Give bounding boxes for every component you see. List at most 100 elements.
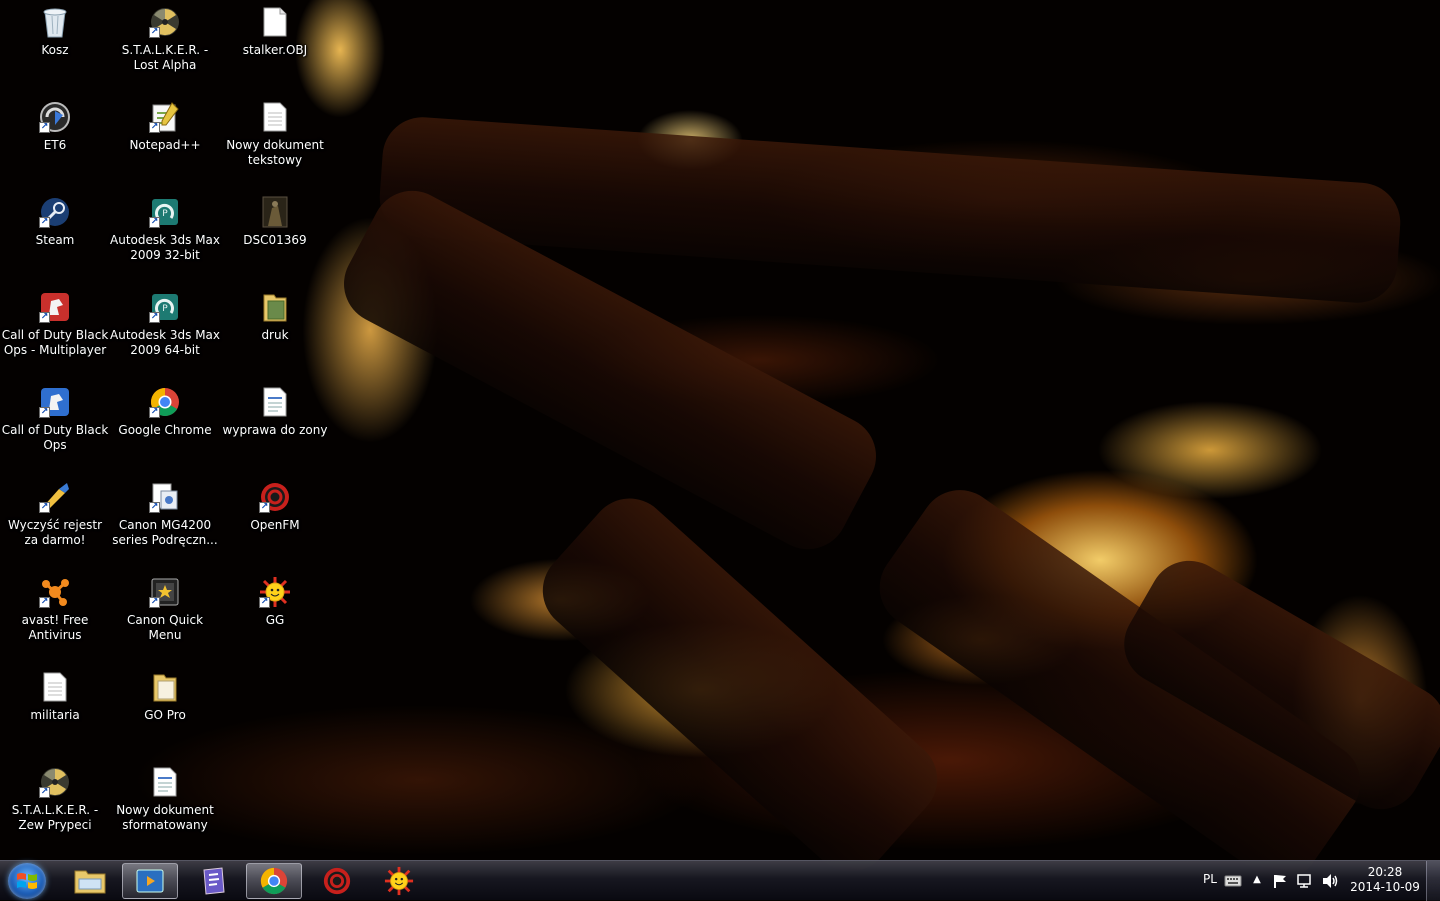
recycle-bin-icon	[39, 6, 71, 38]
desktop-icon-stalker-obj[interactable]: stalker.OBJ	[220, 0, 330, 90]
start-button[interactable]	[8, 863, 46, 899]
desktop-icon-cod-black-ops[interactable]: ↗ Call of Duty Black Ops	[0, 380, 110, 470]
steam-icon: ↗	[39, 196, 71, 228]
taskbar-media-player[interactable]	[122, 863, 178, 899]
chrome-icon	[260, 867, 288, 895]
windows-logo-icon	[17, 873, 37, 889]
avast-icon: ↗	[39, 576, 71, 608]
desktop-icon-google-chrome[interactable]: ↗ Google Chrome	[110, 380, 220, 470]
folder-icon	[74, 870, 106, 894]
desktop-icon-label: Canon Quick Menu	[126, 613, 204, 642]
desktop-icon-et6[interactable]: ↗ ET6	[0, 95, 110, 185]
desktop-icon-label: wyprawa do zony	[222, 423, 328, 437]
shortcut-arrow-icon: ↗	[259, 597, 270, 608]
cod-multiplayer-icon: ↗	[39, 291, 71, 323]
desktop-icon-canon-manual[interactable]: ↗ Canon MG4200 series Podręczn...	[110, 475, 220, 565]
folder-icon	[149, 671, 181, 703]
shortcut-arrow-icon: ↗	[39, 787, 50, 798]
show-desktop-button[interactable]	[1426, 861, 1440, 901]
desktop-icon-label: GG	[265, 613, 285, 627]
shortcut-arrow-icon: ↗	[39, 407, 50, 418]
svg-text:P: P	[162, 304, 168, 314]
desktop-icon-steam[interactable]: ↗ Steam	[0, 190, 110, 280]
canon-quick-menu-icon: ↗	[149, 576, 181, 608]
et6-icon: ↗	[39, 101, 71, 133]
desktop-icon-3dsmax-32[interactable]: P ↗ Autodesk 3ds Max 2009 32-bit	[110, 190, 220, 280]
taskbar-app-purple[interactable]	[185, 863, 241, 899]
show-hidden-icons-arrow-icon[interactable]: ▲	[1250, 874, 1264, 886]
taskbar-windows-explorer[interactable]	[62, 863, 118, 899]
desktop-icon-recycle-bin[interactable]: Kosz	[0, 0, 110, 90]
media-player-icon	[136, 869, 164, 893]
desktop-icon-new-text-document[interactable]: Nowy dokument tekstowy	[220, 95, 330, 185]
shortcut-arrow-icon: ↗	[39, 312, 50, 323]
desktop-icon-label: Canon MG4200 series Podręczn...	[112, 518, 218, 547]
desktop-icon-wyprawa-do-zony[interactable]: wyprawa do zony	[220, 380, 330, 470]
desktop-icon-label: Call of Duty Black Ops - Multiplayer	[1, 328, 109, 357]
blank-file-icon	[259, 6, 291, 38]
gg-sun-icon: ↗	[259, 576, 291, 608]
desktop-icon-gg[interactable]: ↗ GG	[220, 570, 330, 660]
keyboard-icon[interactable]	[1224, 873, 1242, 887]
desktop-icon-canon-quick-menu[interactable]: ↗ Canon Quick Menu	[110, 570, 220, 660]
clock-time: 20:28	[1367, 865, 1403, 879]
shortcut-arrow-icon: ↗	[39, 502, 50, 513]
desktop-icon-stalker-zew-prypeci[interactable]: ↗ S.T.A.L.K.E.R. - Zew Prypeci	[0, 760, 110, 850]
document-app-icon	[203, 867, 225, 895]
shortcut-arrow-icon: ↗	[39, 217, 50, 228]
network-icon[interactable]	[1296, 873, 1314, 889]
stalker-radiation-icon: ↗	[39, 766, 71, 798]
rich-text-file-icon	[149, 766, 181, 798]
gg-sun-icon	[384, 866, 414, 896]
3dsmax-icon: P ↗	[149, 196, 181, 228]
shortcut-arrow-icon: ↗	[149, 122, 160, 133]
desktop-icon-cod-black-ops-multiplayer[interactable]: ↗ Call of Duty Black Ops - Multiplayer	[0, 285, 110, 375]
desktop-icon-stalker-lost-alpha[interactable]: ↗ S.T.A.L.K.E.R. - Lost Alpha	[110, 0, 220, 90]
3dsmax-icon: P ↗	[149, 291, 181, 323]
desktop-icon-dsc01369[interactable]: DSC01369	[220, 190, 330, 280]
notepadpp-icon: ↗	[149, 101, 181, 133]
desktop-icon-new-rtf-document[interactable]: Nowy dokument sformatowany	[110, 760, 220, 850]
language-indicator[interactable]: PL	[1203, 872, 1217, 886]
desktop-icon-notepadpp[interactable]: ↗ Notepad++	[110, 95, 220, 185]
desktop-icon-label: Google Chrome	[118, 423, 212, 437]
chrome-icon: ↗	[149, 386, 181, 418]
shortcut-arrow-icon: ↗	[149, 502, 160, 513]
shortcut-arrow-icon: ↗	[259, 502, 270, 513]
desktop-icon-label: avast! Free Antivirus	[21, 613, 89, 642]
desktop-icon-militaria[interactable]: militaria	[0, 665, 110, 755]
desktop-icon-label: OpenFM	[250, 518, 300, 532]
desktop-icon-avast[interactable]: ↗ avast! Free Antivirus	[0, 570, 110, 660]
desktop-icon-label: Notepad++	[129, 138, 201, 152]
action-center-flag-icon[interactable]	[1272, 873, 1288, 889]
desktop-icon-3dsmax-64[interactable]: P ↗ Autodesk 3ds Max 2009 64-bit	[110, 285, 220, 375]
desktop-icon-label: druk	[261, 328, 289, 342]
stalker-radiation-icon: ↗	[149, 6, 181, 38]
desktop-icon-label: Wyczyść rejestr za darmo!	[7, 518, 103, 547]
desktop-icon-openfm[interactable]: ↗ OpenFM	[220, 475, 330, 565]
openfm-icon: ↗	[259, 481, 291, 513]
shortcut-arrow-icon: ↗	[149, 597, 160, 608]
taskbar-openfm[interactable]	[309, 863, 365, 899]
shortcut-arrow-icon: ↗	[149, 407, 160, 418]
shortcut-arrow-icon: ↗	[149, 27, 160, 38]
desktop-icon-label: S.T.A.L.K.E.R. - Zew Prypeci	[11, 803, 99, 832]
clock[interactable]: 20:28 2014-10-09	[1350, 865, 1420, 899]
rich-text-file-icon	[259, 386, 291, 418]
desktop-icon-druk[interactable]: druk	[220, 285, 330, 375]
desktop-icon-label: S.T.A.L.K.E.R. - Lost Alpha	[121, 43, 209, 72]
taskbar-gg[interactable]	[371, 863, 427, 899]
shortcut-arrow-icon: ↗	[149, 312, 160, 323]
volume-icon[interactable]	[1321, 873, 1339, 889]
taskbar-google-chrome[interactable]	[246, 863, 302, 899]
desktop-icon-go-pro[interactable]: GO Pro	[110, 665, 220, 755]
desktop-icon-label: Steam	[35, 233, 75, 247]
canon-manual-icon: ↗	[149, 481, 181, 513]
cod-black-ops-icon: ↗	[39, 386, 71, 418]
desktop-icon-label: Nowy dokument sformatowany	[116, 803, 214, 832]
desktop-icon-registry-cleaner[interactable]: ↗ Wyczyść rejestr za darmo!	[0, 475, 110, 565]
wallpaper-log	[526, 482, 954, 888]
image-thumbnail-icon	[259, 196, 291, 228]
shortcut-arrow-icon: ↗	[39, 122, 50, 133]
desktop-icon-label: Autodesk 3ds Max 2009 32-bit	[110, 233, 221, 262]
